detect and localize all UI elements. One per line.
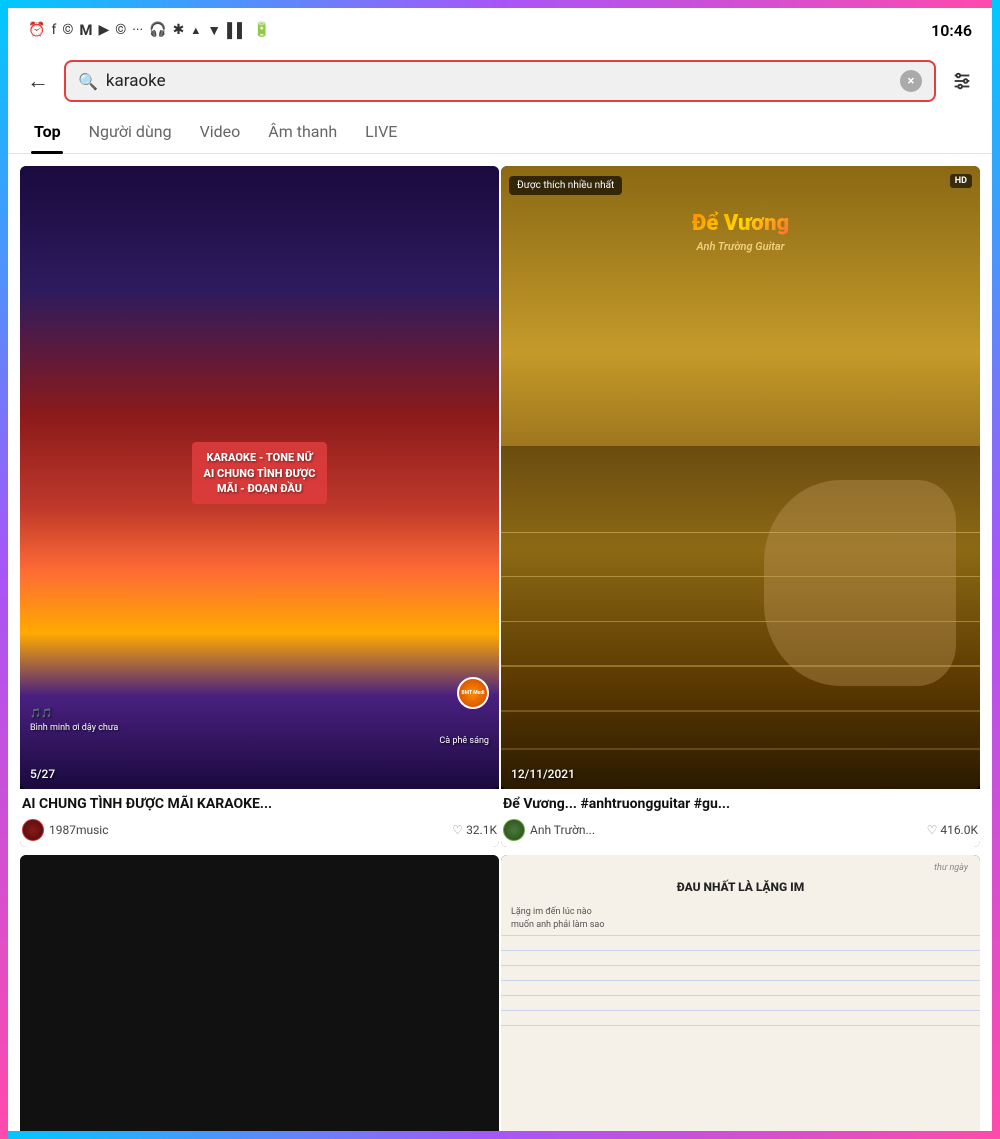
gmail-icon: M: [79, 21, 92, 39]
video-author-2: Anh Trườn...: [503, 819, 595, 841]
video-thumbnail-3: Khuê Mộc Lang: [20, 855, 499, 1131]
dark-thumb: Khuê Mộc Lang: [20, 855, 499, 1131]
video-title-2: Để Vương... #anhtruongguitar #gu...: [503, 795, 978, 813]
filter-button[interactable]: [944, 63, 980, 99]
tab-video[interactable]: Video: [186, 110, 255, 153]
guitar-body: [501, 446, 980, 788]
karaoke-title-line1: KARAOKE - TONE NỮ: [204, 450, 316, 465]
search-area: ← 🔍 karaoke ×: [8, 52, 992, 110]
more-icon: ···: [132, 22, 143, 38]
phone-content: ⏰ f © M ▶ © ··· 🎧 ✱ ▲ ▼ ▌▌ 🔋 10:46 ← 🔍 k…: [8, 8, 992, 1131]
thumb-inner-1: KARAOKE - TONE NỮ AI CHUNG TÌNH ĐƯỢC MÃI…: [20, 166, 499, 789]
video-meta-1: 1987music ♡ 32.1K: [22, 819, 497, 841]
video-likes-2: ♡ 416.0K: [927, 823, 978, 837]
wifi-icon: ▼: [207, 22, 221, 39]
karaoke-logo: BMT Medi: [457, 677, 489, 709]
status-time: 10:46: [931, 21, 972, 40]
headphones-icon: 🎧: [149, 22, 166, 38]
bluetooth-icon: ✱: [173, 22, 185, 38]
karaoke-title-line2: AI CHUNG TÌNH ĐƯỢC: [204, 466, 316, 481]
paper-sub2: muốn anh phải làm sao: [511, 920, 604, 930]
tab-top[interactable]: Top: [20, 110, 75, 153]
back-arrow-icon: ←: [27, 68, 49, 94]
status-bar: ⏰ f © M ▶ © ··· 🎧 ✱ ▲ ▼ ▌▌ 🔋 10:46: [8, 8, 992, 52]
battery-icon: 🔋: [253, 22, 270, 38]
paper-thumb: thư ngày ĐAU NHẤT LÀ LẶNG IM Lặng im đến…: [501, 855, 980, 1131]
video-thumbnail-2: Được thích nhiều nhất HD Để Vương Anh Tr…: [501, 166, 980, 789]
filter-icon: [951, 70, 973, 92]
play-icon: ▶: [98, 22, 109, 38]
copyright-icon: ©: [62, 22, 73, 38]
heart-icon-1: ♡: [452, 823, 463, 837]
hd-badge: HD: [950, 174, 972, 188]
likes-count-2: 416.0K: [940, 823, 978, 837]
hand-silhouette: [764, 480, 956, 685]
video-title-1: AI CHUNG TÌNH ĐƯỢC MÃI KARAOKE...: [22, 795, 497, 813]
outer-border-top: [0, 0, 1000, 8]
video-card-2[interactable]: Được thích nhiều nhất HD Để Vương Anh Tr…: [501, 166, 980, 847]
author-name-1: 1987music: [49, 823, 109, 837]
heart-icon-2: ♡: [927, 823, 938, 837]
karaoke-title-box: KARAOKE - TONE NỮ AI CHUNG TÌNH ĐƯỢC MÃI…: [192, 442, 328, 504]
back-button[interactable]: ←: [20, 63, 56, 99]
karaoke-subtitle: 🎵🎵 Bình minh ơi dậy chưa Cà phê sáng: [30, 708, 489, 749]
paper-title: ĐAU NHẤT LÀ LẶNG IM: [511, 880, 970, 894]
outer-border-left: [0, 0, 8, 1139]
video-card-3[interactable]: Khuê Mộc Lang: [20, 855, 499, 1131]
video-date-1: 5/27: [30, 767, 55, 781]
tab-nguoi-dung[interactable]: Người dùng: [75, 110, 186, 153]
facebook-icon: f: [51, 22, 56, 38]
thumb-inner-3: Khuê Mộc Lang: [20, 855, 499, 1131]
thumb-inner-2: Được thích nhiều nhất HD Để Vương Anh Tr…: [501, 166, 980, 789]
karaoke-sub2: Bình minh ơi dậy chưa: [30, 722, 489, 736]
video-info-2: Để Vương... #anhtruongguitar #gu... Anh …: [501, 789, 980, 847]
video-grid-row2: Khuê Mộc Lang thư ngày ĐAU NHẤT LÀ LẶNG …: [8, 847, 992, 1131]
author-avatar-2: [503, 819, 525, 841]
video-thumbnail-1: KARAOKE - TONE NỮ AI CHUNG TÌNH ĐƯỢC MÃI…: [20, 166, 499, 789]
karaoke-thumb: KARAOKE - TONE NỮ AI CHUNG TÌNH ĐƯỢC MÃI…: [20, 166, 499, 789]
paper-header-text: thư ngày: [934, 863, 968, 873]
guitar-title-area: Để Vương Anh Trường Guitar: [692, 211, 789, 253]
paper-sub1: Lặng im đến lúc nào: [511, 907, 592, 917]
video-info-1: AI CHUNG TÌNH ĐƯỢC MÃI KARAOKE... 1987mu…: [20, 789, 499, 847]
signal-arrow-icon: ▲: [190, 24, 201, 37]
video-date-2: 12/11/2021: [511, 767, 575, 781]
karaoke-title-line3: MÃI - ĐOẠN ĐẦU: [204, 481, 316, 496]
video-card-1[interactable]: KARAOKE - TONE NỮ AI CHUNG TÌNH ĐƯỢC MÃI…: [20, 166, 499, 847]
video-likes-1: ♡ 32.1K: [452, 823, 497, 837]
guitar-title-sub: Anh Trường Guitar: [692, 240, 789, 253]
search-tabs: Top Người dùng Video Âm thanh LIVE: [8, 110, 992, 154]
thumb-inner-4: thư ngày ĐAU NHẤT LÀ LẶNG IM Lặng im đến…: [501, 855, 980, 1131]
karaoke-sub1: 🎵🎵: [30, 708, 489, 722]
guitar-thumb: Được thích nhiều nhất HD Để Vương Anh Tr…: [501, 166, 980, 789]
video-grid-row1: KARAOKE - TONE NỮ AI CHUNG TÌNH ĐƯỢC MÃI…: [8, 154, 992, 847]
video-card-4[interactable]: thư ngày ĐAU NHẤT LÀ LẶNG IM Lặng im đến…: [501, 855, 980, 1131]
author-avatar-1: [22, 819, 44, 841]
search-icon: 🔍: [78, 72, 98, 91]
video-thumbnail-4: thư ngày ĐAU NHẤT LÀ LẶNG IM Lặng im đến…: [501, 855, 980, 1131]
alarm-icon: ⏰: [28, 22, 45, 38]
tab-live[interactable]: LIVE: [351, 110, 411, 153]
outer-border-bottom: [0, 1131, 1000, 1139]
outer-border-right: [992, 0, 1000, 1139]
tab-am-thanh[interactable]: Âm thanh: [254, 110, 351, 153]
guitar-title-main: Để Vương: [692, 211, 789, 236]
search-query-text[interactable]: karaoke: [106, 71, 892, 91]
signal-bars-icon: ▌▌: [227, 22, 247, 39]
search-clear-button[interactable]: ×: [900, 70, 922, 92]
status-icons-left: ⏰ f © M ▶ © ··· 🎧 ✱ ▲ ▼ ▌▌ 🔋: [28, 21, 270, 39]
clear-icon: ×: [908, 74, 915, 89]
author-name-2: Anh Trườn...: [530, 823, 595, 837]
likes-count-1: 32.1K: [466, 823, 497, 837]
most-liked-badge: Được thích nhiều nhất: [509, 176, 622, 195]
search-box[interactable]: 🔍 karaoke ×: [64, 60, 936, 102]
copyright2-icon: ©: [115, 22, 126, 38]
paper-lines: [501, 935, 980, 1131]
video-meta-2: Anh Trườn... ♡ 416.0K: [503, 819, 978, 841]
karaoke-sub3: Cà phê sáng: [30, 735, 489, 749]
video-author-1: 1987music: [22, 819, 109, 841]
